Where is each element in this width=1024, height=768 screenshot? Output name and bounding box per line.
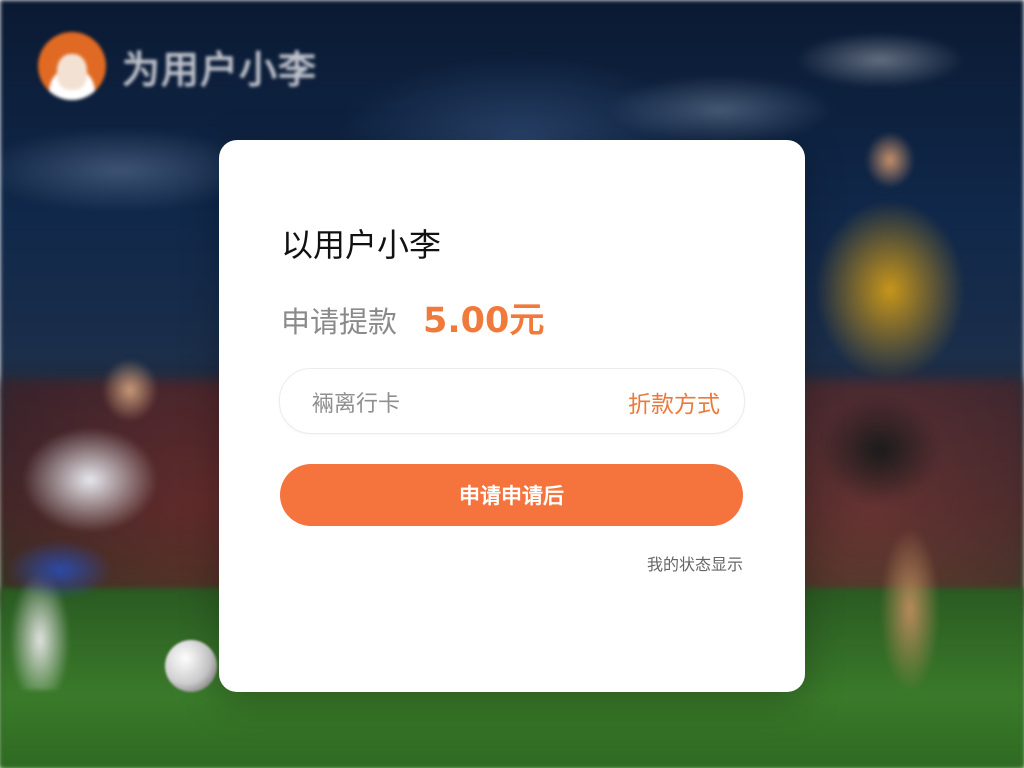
submit-withdraw-button[interactable]: 申请申请后 [280,464,743,526]
user-avatar-icon [38,32,106,100]
player-right-image [800,130,1024,730]
card-title: 以用户小李 [281,226,442,264]
withdraw-card: 以用户小李 申请提款 5.00元 裲离行卡 折款方式 申请申请后 我的状态显示 [219,140,805,692]
payment-method-field[interactable]: 裲离行卡 折款方式 [279,368,745,434]
amount-label: 申请提款 [281,305,398,339]
football-image [165,640,217,692]
amount-row: 申请提款 5.00元 [281,292,544,343]
payment-method-link[interactable]: 折款方式 [628,385,720,419]
payment-method-value: 裲离行卡 [312,392,401,417]
brand-name: 为用户小李 [122,47,318,92]
brand-header: 为用户小李 [38,32,317,100]
player-left-image [0,360,200,690]
amount-value: 5.00元 [423,301,545,341]
status-link[interactable]: 我的状态显示 [647,551,743,575]
